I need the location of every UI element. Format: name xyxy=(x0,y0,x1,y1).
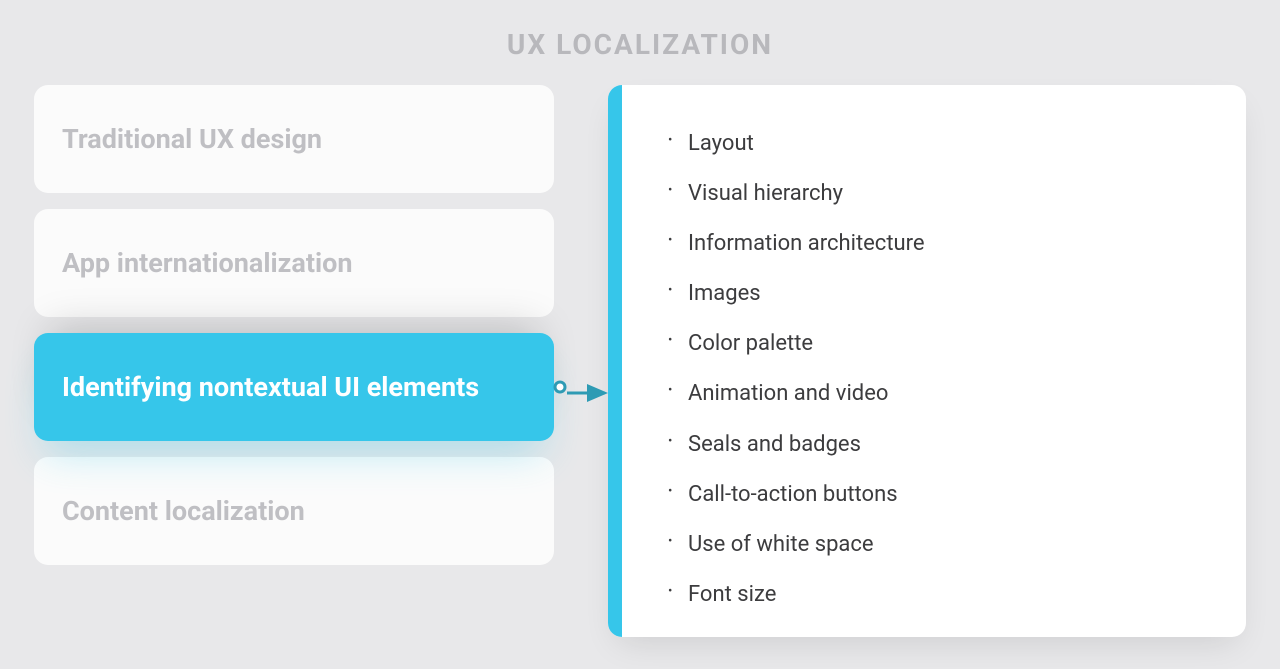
accent-bar xyxy=(608,85,622,637)
detail-item: Seals and badges xyxy=(662,420,1212,470)
detail-item: Animation and video xyxy=(662,369,1212,419)
category-column: Traditional UX design App internationali… xyxy=(34,85,554,637)
card-content-localization: Content localization xyxy=(34,457,554,565)
card-label: Content localization xyxy=(62,495,305,527)
detail-item: Font size xyxy=(662,570,1212,620)
detail-item: Color palette xyxy=(662,319,1212,369)
card-label: App internationalization xyxy=(62,247,353,279)
connector-dot-icon xyxy=(554,381,567,394)
card-app-internationalization: App internationalization xyxy=(34,209,554,317)
detail-item: Information architecture xyxy=(662,219,1212,269)
connector-arrow-icon xyxy=(561,373,621,413)
detail-item: Layout xyxy=(662,119,1212,169)
detail-item: Use of white space xyxy=(662,520,1212,570)
detail-column: Layout Visual hierarchy Information arch… xyxy=(608,85,1246,637)
diagram-container: Traditional UX design App internationali… xyxy=(34,85,1246,637)
detail-item: Images xyxy=(662,269,1212,319)
card-traditional-ux: Traditional UX design xyxy=(34,85,554,193)
card-identifying-nontextual-ui: Identifying nontextual UI elements xyxy=(34,333,554,441)
detail-item: Call-to-action buttons xyxy=(662,470,1212,520)
card-label: Traditional UX design xyxy=(62,123,322,155)
diagram-title: UX LOCALIZATION xyxy=(34,28,1246,61)
detail-list: Layout Visual hierarchy Information arch… xyxy=(662,119,1212,620)
detail-item: Visual hierarchy xyxy=(662,169,1212,219)
detail-panel: Layout Visual hierarchy Information arch… xyxy=(608,85,1246,637)
card-label: Identifying nontextual UI elements xyxy=(62,371,479,403)
